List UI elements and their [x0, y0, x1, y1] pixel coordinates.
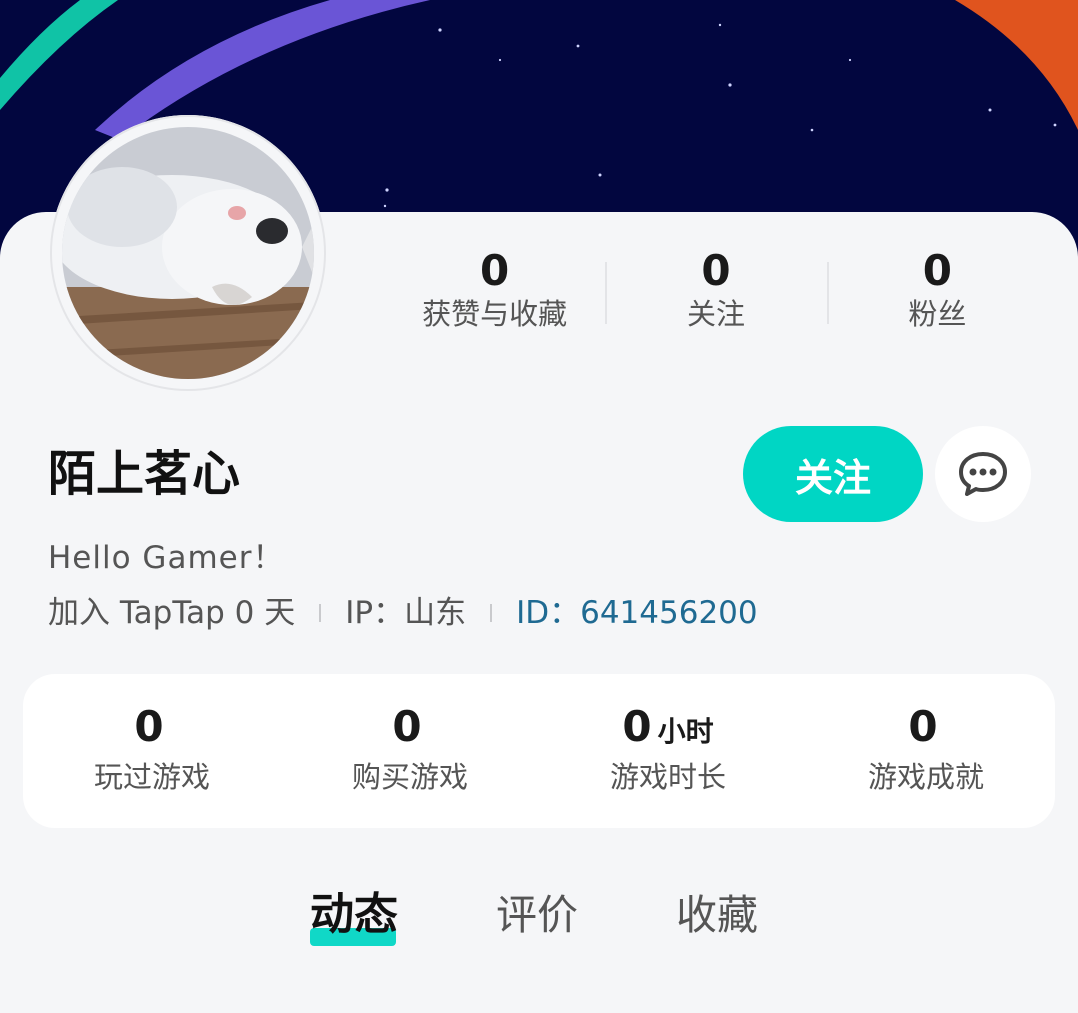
game-stat-number: 0 [908, 702, 938, 751]
game-stat-number: 0 [392, 702, 422, 751]
stat-following[interactable]: 0 关注 [605, 248, 826, 338]
stat-label: 粉丝 [908, 297, 967, 331]
ip-location: IP：山东 [345, 595, 467, 631]
game-stats-card: 0 玩过游戏 0 购买游戏 0 小时 游戏时长 0 游戏成就 [23, 674, 1055, 828]
stat-fans[interactable]: 0 粉丝 [826, 246, 1048, 338]
game-stat-value: 0 小时 [539, 704, 797, 755]
follow-button[interactable]: 关注 [743, 426, 923, 522]
stat-value: 0 [922, 246, 952, 295]
game-stat-value: 0 [23, 704, 281, 755]
tab-favorites[interactable]: 收藏 [676, 880, 758, 950]
message-bubble-icon [959, 452, 1007, 496]
tab-posts[interactable]: 动态 [310, 880, 398, 950]
profile-bio: Hello Gamer！ [48, 540, 285, 576]
game-stat-label: 购买游戏 [351, 760, 468, 794]
game-stat-label: 游戏成就 [867, 760, 984, 794]
game-stat-playtime[interactable]: 0 小时 游戏时长 [539, 674, 797, 828]
meta-separator [490, 604, 493, 622]
profile-page: 0 获赞与收藏 0 关注 0 粉丝 陌上茗心 关注 Hello Gamer！ 加… [0, 0, 1078, 1013]
game-stat-number: 0 [134, 702, 164, 751]
stat-label: 获赞与收藏 [422, 297, 568, 331]
game-stat-purchased[interactable]: 0 购买游戏 [281, 674, 539, 828]
message-button[interactable] [935, 426, 1031, 522]
stat-likes-favorites[interactable]: 0 获赞与收藏 [384, 248, 605, 338]
profile-meta: 加入 TapTap 0 天 IP：山东 ID：641456200 [48, 591, 758, 635]
game-stat-label: 玩过游戏 [93, 760, 210, 794]
game-stat-played[interactable]: 0 玩过游戏 [23, 674, 281, 828]
tab-reviews[interactable]: 评价 [496, 880, 578, 950]
avatar[interactable] [62, 127, 314, 379]
game-stat-value: 0 [797, 704, 1055, 755]
game-stat-achievements[interactable]: 0 游戏成就 [797, 674, 1055, 828]
game-stat-number: 0 [622, 702, 652, 751]
username: 陌上茗心 [48, 446, 241, 502]
game-stat-label: 游戏时长 [609, 760, 726, 794]
profile-tabs: 动态 评价 收藏 [0, 880, 1078, 970]
game-stat-unit: 小时 [657, 715, 714, 748]
stat-value: 0 [480, 246, 510, 295]
stat-value: 0 [701, 246, 731, 295]
user-id[interactable]: ID：641456200 [516, 591, 758, 635]
profile-stats: 0 获赞与收藏 0 关注 0 粉丝 [384, 248, 1048, 338]
avatar-cat-picture [62, 127, 314, 379]
meta-separator [319, 604, 322, 622]
join-duration: 加入 TapTap 0 天 [48, 595, 296, 631]
stat-label: 关注 [686, 297, 745, 331]
game-stat-value: 0 [281, 704, 539, 755]
